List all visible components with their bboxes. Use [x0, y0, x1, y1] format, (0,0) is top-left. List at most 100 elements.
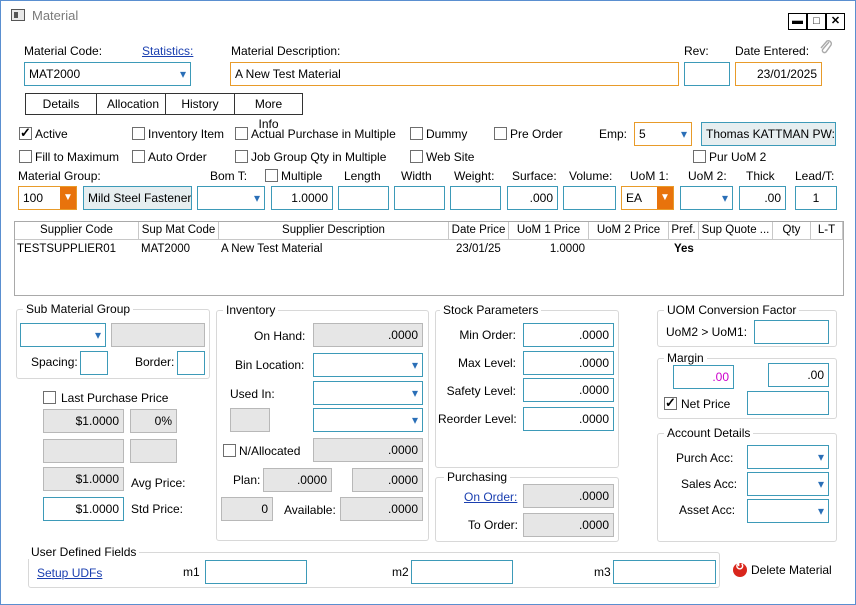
emp-combo[interactable]: 5: [634, 122, 692, 146]
dummy-checkbox[interactable]: [410, 127, 423, 140]
tab-details[interactable]: Details: [25, 93, 97, 115]
col-date-price[interactable]: Date Price: [449, 222, 509, 240]
active-checkbox[interactable]: [19, 125, 32, 141]
used-in-combo[interactable]: [313, 381, 423, 405]
net-price-checkbox[interactable]: [664, 395, 677, 411]
date-entered-input[interactable]: 23/01/2025: [735, 62, 822, 86]
nallocated-field: .0000: [313, 438, 423, 462]
m3-input[interactable]: [613, 560, 716, 584]
width-input[interactable]: [394, 186, 445, 210]
std-price-input[interactable]: $1.0000: [43, 497, 124, 521]
pre-order-checkbox[interactable]: [494, 127, 507, 140]
nallocated-label: N/Allocated: [239, 444, 301, 458]
pur-uom2-checkbox[interactable]: [693, 150, 706, 163]
cell-supplier-code: TESTSUPPLIER01: [17, 243, 117, 255]
inventory-title: Inventory: [223, 303, 279, 317]
asset-acc-combo[interactable]: [747, 499, 829, 523]
emp-value: 5: [639, 127, 646, 141]
auto-order-checkbox[interactable]: [132, 150, 145, 163]
sub-material-combo[interactable]: [20, 323, 106, 347]
active-label: Active: [35, 127, 68, 141]
tab-more-info[interactable]: More Info: [235, 93, 303, 131]
net-price-input[interactable]: [747, 391, 829, 415]
col-sup-quote[interactable]: Sup Quote ...: [699, 222, 773, 240]
purch-acc-combo[interactable]: [747, 445, 829, 469]
emp-label: Emp:: [599, 127, 628, 141]
close-button[interactable]: ✕: [826, 13, 845, 30]
to-order-label: To Order:: [468, 518, 519, 532]
col-lt[interactable]: L-T: [811, 222, 843, 240]
rev-input[interactable]: [684, 62, 730, 86]
job-group-qty-checkbox[interactable]: [235, 150, 248, 163]
to-order-field: .0000: [523, 513, 614, 537]
available-count-field: 0: [221, 497, 273, 521]
material-code-combo[interactable]: MAT2000: [24, 62, 191, 86]
used-in-combo-2[interactable]: [313, 408, 423, 432]
bin-location-combo[interactable]: [313, 353, 423, 377]
border-input[interactable]: [177, 351, 205, 375]
setup-udfs-link[interactable]: Setup UDFs: [37, 566, 102, 580]
plan-label: Plan:: [233, 473, 261, 487]
reorder-level-input[interactable]: .0000: [523, 407, 614, 431]
material-group-label: Material Group:: [18, 169, 101, 183]
window-title: Material: [32, 8, 79, 23]
uom2-combo[interactable]: [680, 186, 733, 210]
weight-input[interactable]: [450, 186, 501, 210]
material-group-name: Mild Steel Fasteners: [83, 186, 192, 210]
delete-material-button[interactable]: Delete Material: [751, 563, 832, 577]
margin-input-2[interactable]: .00: [768, 363, 829, 387]
sales-acc-combo[interactable]: [747, 472, 829, 496]
web-site-checkbox[interactable]: [410, 150, 423, 163]
min-order-input[interactable]: .0000: [523, 323, 614, 347]
supplier-grid[interactable]: Supplier Code Sup Mat Code Supplier Desc…: [14, 221, 844, 296]
m1-input[interactable]: [205, 560, 307, 584]
maximize-button[interactable]: □: [807, 13, 826, 30]
minimize-button[interactable]: ▬: [788, 13, 807, 30]
spacing-input[interactable]: [80, 351, 108, 375]
statistics-link[interactable]: Statistics:: [142, 44, 193, 58]
fill-to-max-checkbox[interactable]: [19, 150, 32, 163]
leadtime-input[interactable]: 1: [795, 186, 837, 210]
bin-location-label: Bin Location:: [235, 358, 305, 372]
actual-purchase-checkbox[interactable]: [235, 127, 248, 140]
multiple-checkbox[interactable]: [265, 169, 278, 182]
multiple-input[interactable]: 1.0000: [271, 186, 333, 210]
volume-input[interactable]: [563, 186, 616, 210]
avg-price-field: $1.0000: [43, 467, 124, 491]
uom1-value: EA: [626, 191, 643, 205]
m2-input[interactable]: [411, 560, 513, 584]
description-input[interactable]: A New Test Material: [230, 62, 679, 86]
material-group-combo[interactable]: 100 ▼: [18, 186, 77, 210]
uom-conversion-input[interactable]: [754, 320, 829, 344]
tab-allocation[interactable]: Allocation: [97, 93, 166, 115]
length-input[interactable]: [338, 186, 389, 210]
max-level-input[interactable]: .0000: [523, 351, 614, 375]
uom1-combo[interactable]: EA ▼: [621, 186, 674, 210]
bom-combo[interactable]: [197, 186, 265, 210]
nallocated-checkbox[interactable]: [223, 444, 236, 457]
surface-input[interactable]: .000: [507, 186, 558, 210]
safety-level-input[interactable]: .0000: [523, 378, 614, 402]
margin-input-1[interactable]: .00: [673, 365, 734, 389]
col-qty[interactable]: Qty: [773, 222, 811, 240]
last-purchase-checkbox[interactable]: [43, 391, 56, 404]
col-supplier-description[interactable]: Supplier Description: [219, 222, 449, 240]
table-row[interactable]: TESTSUPPLIER01 MAT2000 A New Test Materi…: [15, 241, 843, 257]
paperclip-icon[interactable]: [818, 39, 834, 55]
tab-history[interactable]: History: [166, 93, 235, 115]
col-sup-mat-code[interactable]: Sup Mat Code: [139, 222, 219, 240]
delete-icon[interactable]: [733, 560, 747, 577]
material-code-label: Material Code:: [24, 44, 103, 58]
col-uom2-price[interactable]: UoM 2 Price: [589, 222, 669, 240]
col-supplier-code[interactable]: Supplier Code: [15, 222, 139, 240]
on-order-link[interactable]: On Order:: [464, 490, 517, 504]
sub-material-group-title: Sub Material Group: [23, 302, 134, 316]
description-value: A New Test Material: [235, 67, 341, 81]
col-uom1-price[interactable]: UoM 1 Price: [509, 222, 589, 240]
thick-input[interactable]: .00: [739, 186, 786, 210]
thick-label: Thick: [746, 169, 775, 183]
inventory-item-checkbox[interactable]: [132, 127, 145, 140]
dummy-label: Dummy: [426, 127, 468, 141]
emp-name-field: Thomas KATTMAN PW:: [701, 122, 836, 146]
col-pref[interactable]: Pref.: [669, 222, 699, 240]
